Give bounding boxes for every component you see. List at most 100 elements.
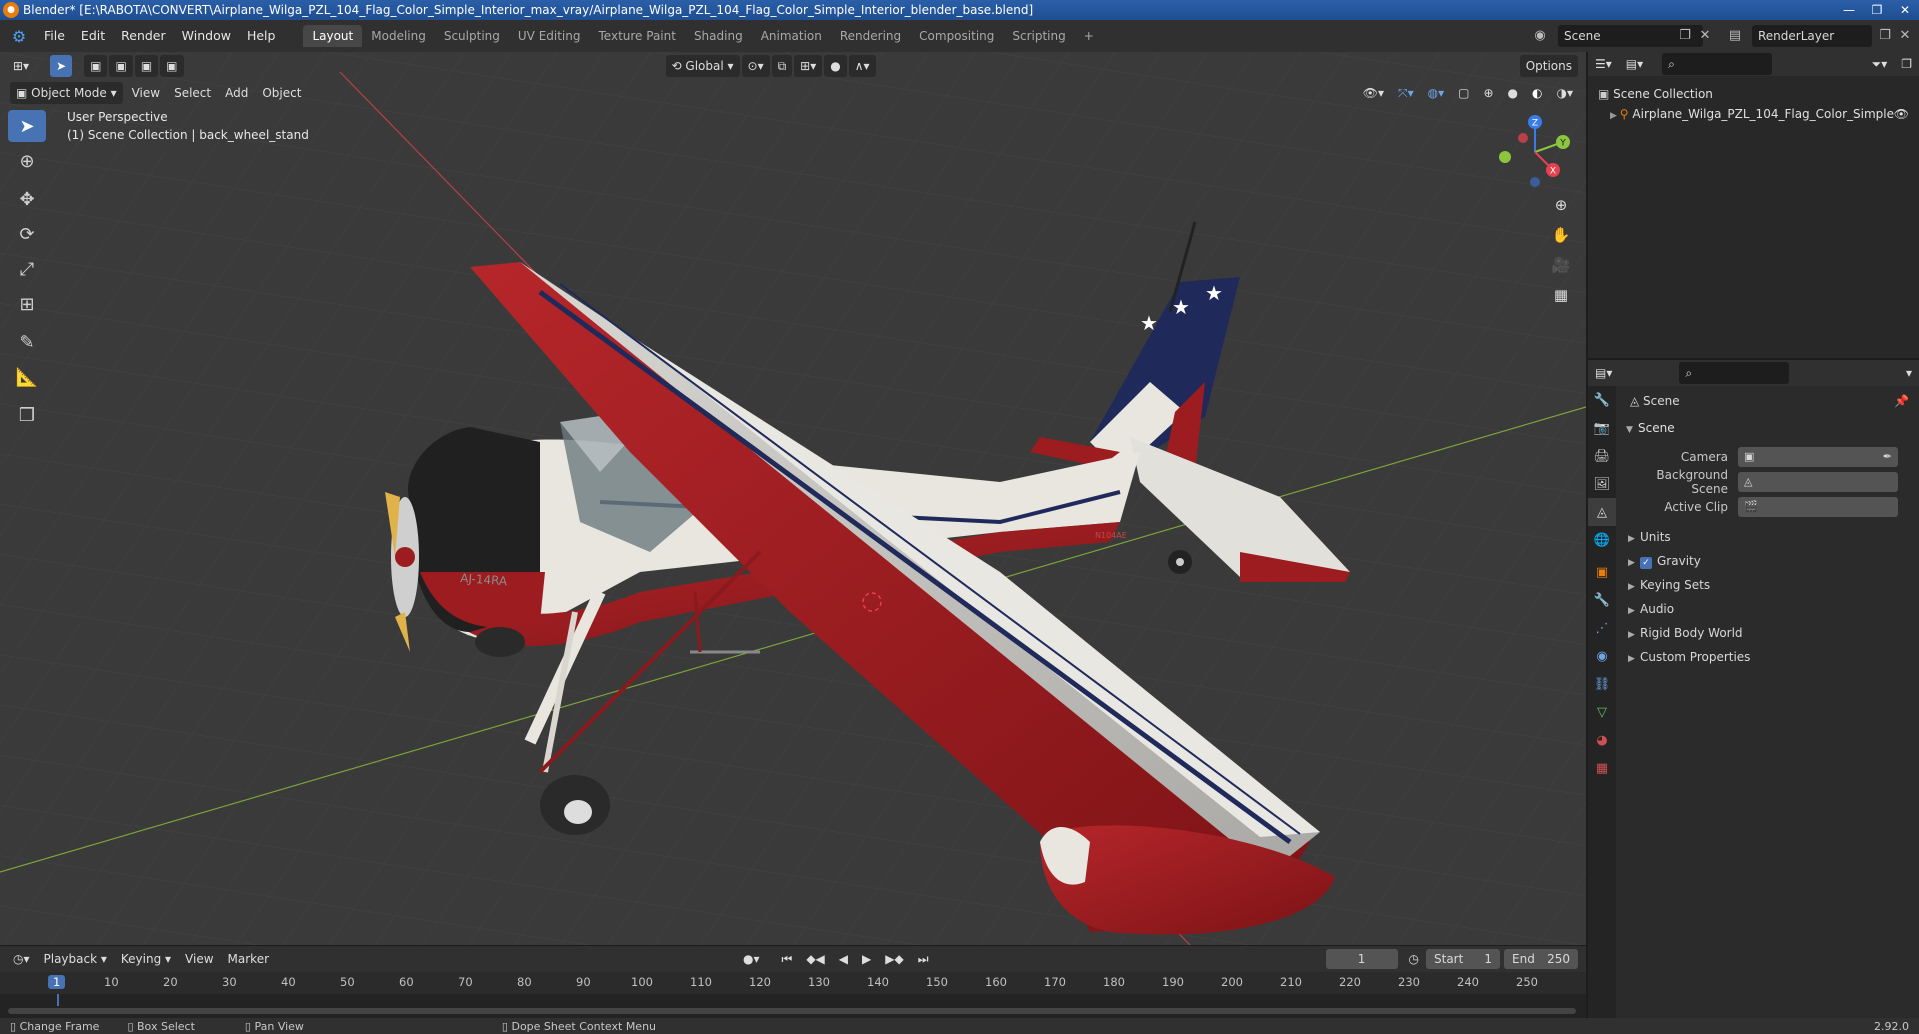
current-frame-marker[interactable]: 1	[48, 975, 66, 989]
material-tab-icon[interactable]: ◕	[1588, 726, 1616, 754]
menu-file[interactable]: File	[36, 25, 73, 47]
jump-end-icon[interactable]: ⏭	[911, 948, 936, 970]
menu-help[interactable]: Help	[239, 25, 284, 47]
move-tool-icon[interactable]: ✥	[8, 183, 46, 215]
expand-arrow-icon[interactable]: ▶	[1610, 111, 1620, 121]
tab-compositing[interactable]: Compositing	[910, 25, 1003, 47]
camera-field[interactable]: ▣ ✒	[1738, 446, 1898, 467]
timeline-menu-keying[interactable]: Keying ▾	[114, 948, 178, 970]
view-layer-tab-icon[interactable]: 🖼	[1588, 470, 1616, 498]
tab-sculpting[interactable]: Sculpting	[435, 25, 509, 47]
snap-icon[interactable]: ⧉	[771, 55, 793, 77]
preview-range-icon[interactable]: ◷	[1402, 948, 1426, 970]
annotate-tool-icon[interactable]: ✎	[8, 326, 46, 358]
select-box-tool-icon[interactable]: ➤	[8, 110, 46, 142]
viewport-menu-object[interactable]: Object	[255, 82, 308, 104]
minimize-button[interactable]: —	[1835, 0, 1863, 20]
pan-hand-icon[interactable]: ✋	[1548, 222, 1574, 248]
particles-tab-icon[interactable]: ⋰	[1588, 614, 1616, 642]
timeline-ruler[interactable]: 1 10 20 30 40 50 60 70 80 90 100 110 120…	[0, 972, 1586, 994]
3d-viewport[interactable]: ★ ★ ★ AJ-14RA N104AE ⊞▾ ➤ ▣ ▣ ▣ ▣ ⟲ Glob…	[0, 52, 1586, 945]
tab-shading[interactable]: Shading	[685, 25, 752, 47]
select-mode-intersect-icon[interactable]: ▣	[160, 55, 184, 77]
world-tab-icon[interactable]: 🌐	[1588, 526, 1616, 554]
background-scene-field[interactable]: ◬	[1738, 471, 1898, 492]
start-frame-field[interactable]: Start 1	[1426, 949, 1500, 969]
timeline-menu-playback[interactable]: Playback ▾	[37, 948, 114, 970]
tab-modeling[interactable]: Modeling	[362, 25, 435, 47]
properties-editor-icon[interactable]: ▤▾	[1588, 362, 1619, 384]
camera-view-icon[interactable]: 🎥	[1548, 252, 1574, 278]
viewport-menu-view[interactable]: View	[125, 82, 167, 104]
editor-type-icon[interactable]: ⊞▾	[6, 55, 36, 77]
custom-properties-panel[interactable]: ▶ Custom Properties	[1618, 645, 1919, 669]
eyedropper-icon[interactable]: ✒	[1883, 450, 1892, 463]
keying-sets-panel[interactable]: ▶ Keying Sets	[1618, 573, 1919, 597]
properties-options-icon[interactable]: ▾	[1899, 362, 1919, 384]
options-dropdown[interactable]: Options	[1519, 55, 1578, 77]
outliner-editor-icon[interactable]: ☰▾	[1588, 53, 1619, 75]
properties-search-input[interactable]: ⌕	[1679, 362, 1790, 384]
render-tab-icon[interactable]: 📷	[1588, 414, 1616, 442]
rendered-shading-icon[interactable]: ◑▾	[1550, 82, 1581, 104]
play-icon[interactable]: ▶	[855, 948, 878, 970]
tab-rendering[interactable]: Rendering	[831, 25, 910, 47]
select-mode-extend-icon[interactable]: ▣	[109, 55, 133, 77]
constraints-tab-icon[interactable]: ⛓	[1588, 670, 1616, 698]
add-workspace-button[interactable]: +	[1075, 25, 1103, 47]
add-cube-tool-icon[interactable]: ❒	[8, 399, 46, 431]
record-icon[interactable]: ●▾	[736, 948, 767, 970]
viewport-menu-select[interactable]: Select	[167, 82, 218, 104]
timeline-scrollbar[interactable]	[8, 1008, 1576, 1014]
object-tab-icon[interactable]: ▣	[1588, 558, 1616, 586]
play-reverse-icon[interactable]: ◀	[832, 948, 855, 970]
jump-start-icon[interactable]: ⏮	[775, 948, 800, 970]
outliner-row-airplane[interactable]: ▶ ⚲ Airplane_Wilga_PZL_104_Flag_Color_Si…	[1588, 104, 1919, 124]
material-shading-icon[interactable]: ◐	[1525, 82, 1549, 104]
delete-scene-icon[interactable]: ✕	[1695, 26, 1715, 46]
snap-target-icon[interactable]: ⊞▾	[794, 55, 823, 77]
tab-texture-paint[interactable]: Texture Paint	[590, 25, 685, 47]
measure-tool-icon[interactable]: 📐	[8, 361, 46, 393]
tab-scripting[interactable]: Scripting	[1003, 25, 1074, 47]
filter-icon[interactable]: ⏷▾	[1865, 53, 1895, 75]
close-button[interactable]: ✕	[1891, 0, 1919, 20]
select-mode-new-icon[interactable]: ▣	[84, 55, 108, 77]
menu-window[interactable]: Window	[174, 25, 239, 47]
transform-orientation-dropdown[interactable]: ⟲ Global ▾	[665, 55, 740, 77]
falloff-icon[interactable]: ∧▾	[848, 55, 876, 77]
timeline-menu-view[interactable]: View	[178, 948, 220, 970]
menu-edit[interactable]: Edit	[73, 25, 113, 47]
scene-panel-header[interactable]: ▼ Scene	[1618, 416, 1919, 440]
mode-dropdown[interactable]: ▣ Object Mode ▾	[10, 82, 123, 104]
display-mode-icon[interactable]: ▤▾	[1619, 53, 1650, 75]
eye-icon[interactable]: 👁	[1894, 104, 1909, 124]
render-layer-selector[interactable]: RenderLayer	[1752, 25, 1872, 47]
xray-icon[interactable]: ▢	[1451, 82, 1476, 104]
maximize-button[interactable]: ❐	[1863, 0, 1891, 20]
next-keyframe-icon[interactable]: ▶◆	[878, 948, 910, 970]
select-mode-subtract-icon[interactable]: ▣	[134, 55, 159, 77]
tab-uv-editing[interactable]: UV Editing	[509, 25, 590, 47]
end-frame-field[interactable]: End 250	[1504, 949, 1578, 969]
wireframe-shading-icon[interactable]: ⊕	[1476, 82, 1500, 104]
scene-tab-icon[interactable]: ◬	[1588, 498, 1616, 526]
ortho-grid-icon[interactable]: ▦	[1548, 282, 1574, 308]
overlay-toggle-icon[interactable]: ◍▾	[1421, 82, 1452, 104]
units-panel[interactable]: ▶ Units	[1618, 525, 1919, 549]
zoom-icon[interactable]: ⊕	[1548, 192, 1574, 218]
tool-tab-icon[interactable]: 🔧	[1588, 386, 1616, 414]
data-tab-icon[interactable]: ▽	[1588, 698, 1616, 726]
new-collection-icon[interactable]: ❐	[1894, 53, 1919, 75]
audio-panel[interactable]: ▶ Audio	[1618, 597, 1919, 621]
scene-icon[interactable]: ◉	[1530, 26, 1550, 46]
pivot-point-icon[interactable]: ⊙▾	[741, 55, 770, 77]
timeline-menu-marker[interactable]: Marker	[221, 948, 276, 970]
rigid-body-world-panel[interactable]: ▶ Rigid Body World	[1618, 621, 1919, 645]
scale-tool-icon[interactable]: ⤢	[8, 253, 46, 285]
pin-icon[interactable]: 📌	[1894, 386, 1909, 416]
tab-animation[interactable]: Animation	[752, 25, 831, 47]
gizmo-toggle-icon[interactable]: ⤧▾	[1391, 82, 1421, 104]
delete-layer-icon[interactable]: ✕	[1895, 26, 1915, 46]
new-scene-icon[interactable]: ❐	[1675, 26, 1695, 46]
